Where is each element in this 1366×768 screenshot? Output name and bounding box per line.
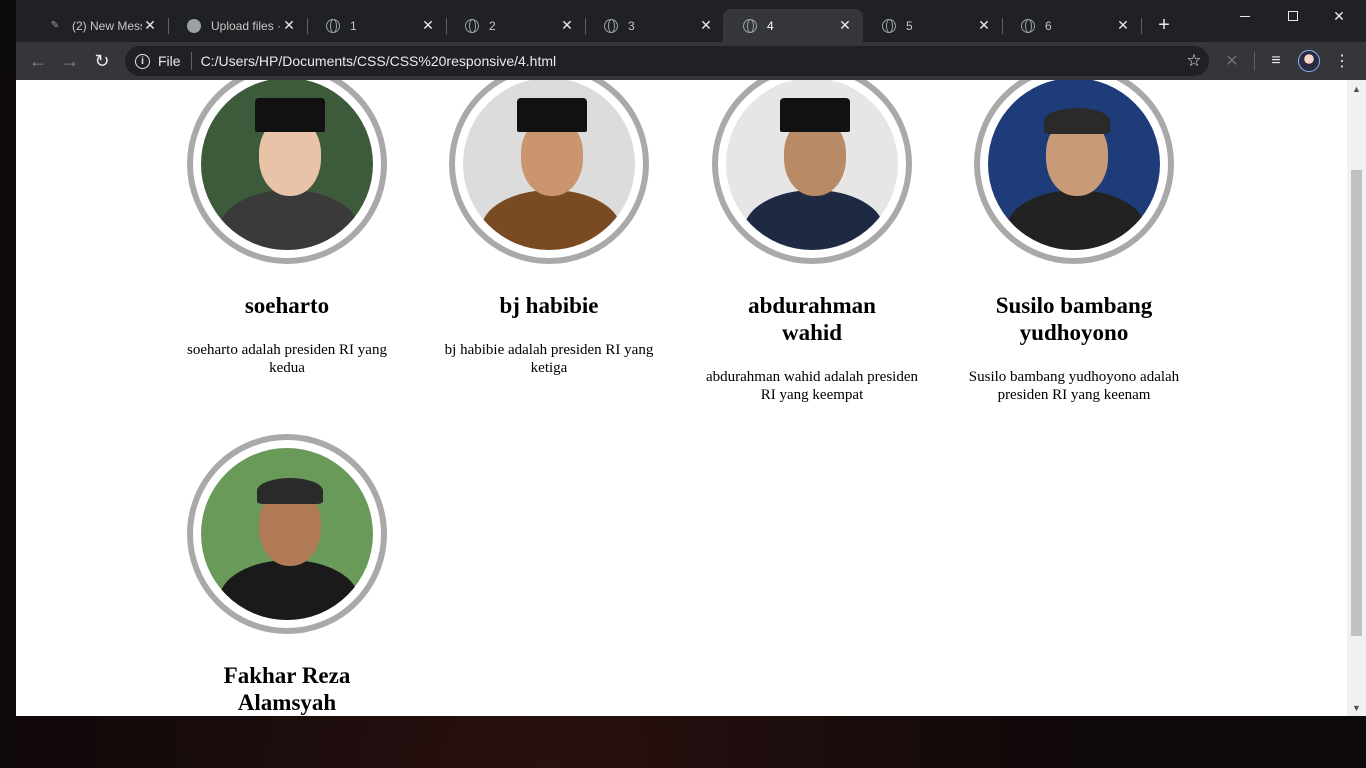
profile-photo bbox=[726, 80, 898, 250]
profile-photo bbox=[463, 80, 635, 250]
tab-3[interactable]: 3 ✕ bbox=[584, 9, 724, 42]
messenger-icon: ✎ bbox=[50, 20, 60, 31]
tab-title: (2) New Messa bbox=[72, 18, 142, 33]
omnibox-divider bbox=[190, 52, 192, 70]
profile-description: soeharto adalah presiden RI yang kedua bbox=[187, 342, 387, 376]
profile-photo bbox=[988, 80, 1160, 250]
new-tab-button[interactable]: + bbox=[1152, 14, 1176, 37]
avatar bbox=[974, 80, 1174, 264]
tab-strip: ✎ (2) New Messa ✕ Upload files · G ✕ 1 ✕… bbox=[16, 0, 1366, 42]
minimize-button[interactable] bbox=[1222, 0, 1268, 32]
profile-description: bj habibie adalah presiden RI yang ketig… bbox=[444, 342, 654, 376]
forward-arrow-icon: → bbox=[61, 50, 79, 71]
page-viewport: soeharto soeharto adalah presiden RI yan… bbox=[16, 80, 1366, 716]
tab-title: 2 bbox=[489, 18, 496, 33]
close-icon[interactable]: ✕ bbox=[698, 17, 714, 34]
close-icon[interactable]: ✕ bbox=[837, 17, 853, 34]
scroll-up-icon[interactable]: ▲ bbox=[1347, 80, 1366, 97]
close-icon[interactable]: ✕ bbox=[420, 17, 436, 34]
toolbar-divider bbox=[1254, 52, 1255, 70]
photo-hair bbox=[257, 478, 323, 504]
globe-icon bbox=[326, 18, 340, 33]
reload-icon: ↻ bbox=[94, 50, 110, 71]
profile-card: Susilo bambang yudhoyono Susilo bambang … bbox=[959, 80, 1189, 404]
maximize-button[interactable] bbox=[1270, 0, 1316, 32]
tab-4[interactable]: 4 ✕ bbox=[723, 9, 863, 42]
close-icon[interactable]: ✕ bbox=[142, 17, 158, 34]
globe-icon bbox=[465, 18, 479, 33]
photo-cap bbox=[780, 98, 850, 132]
profile-card: soeharto soeharto adalah presiden RI yan… bbox=[172, 80, 402, 377]
bookmark-star-icon[interactable]: ☆ bbox=[1179, 51, 1209, 71]
close-window-icon: ✕ bbox=[1333, 7, 1345, 24]
extension-x-icon[interactable]: ✕ bbox=[1220, 50, 1244, 72]
media-queue-icon[interactable]: ≡ bbox=[1264, 50, 1288, 72]
tab-2[interactable]: 2 ✕ bbox=[445, 9, 586, 42]
photo-hair bbox=[1044, 108, 1110, 134]
tab-5[interactable]: 5 ✕ bbox=[862, 9, 1003, 42]
page-content: soeharto soeharto adalah presiden RI yan… bbox=[16, 80, 1347, 716]
globe-icon bbox=[1021, 18, 1035, 33]
profile-name: bj habibie bbox=[499, 293, 599, 318]
back-button[interactable]: ← bbox=[26, 50, 50, 72]
profile-card: bj habibie bj habibie adalah presiden RI… bbox=[434, 80, 664, 377]
photo-cap bbox=[517, 98, 587, 132]
profile-name: Susilo bambang yudhoyono bbox=[995, 293, 1153, 345]
minimize-icon bbox=[1240, 15, 1250, 17]
globe-icon bbox=[882, 18, 896, 33]
profile-name: abdurahman wahid bbox=[748, 293, 876, 345]
github-icon bbox=[187, 18, 201, 33]
profile-name: Fakhar Reza Alamsyah bbox=[223, 663, 351, 715]
profile-description: Susilo bambang yudhoyono adalah presiden… bbox=[968, 369, 1180, 403]
toolbar: ← → ↻ i File C:/Users/HP/Documents/CSS/C… bbox=[16, 42, 1366, 80]
vertical-scrollbar[interactable]: ▲ ▼ bbox=[1347, 80, 1366, 716]
close-icon[interactable]: ✕ bbox=[281, 17, 297, 34]
close-window-button[interactable]: ✕ bbox=[1316, 0, 1362, 32]
scheme-label: File bbox=[158, 53, 181, 69]
tab-1[interactable]: 1 ✕ bbox=[306, 9, 447, 42]
avatar bbox=[449, 80, 649, 264]
address-bar[interactable]: i File C:/Users/HP/Documents/CSS/CSS%20r… bbox=[125, 46, 1209, 76]
tab-title: Upload files · G bbox=[211, 18, 281, 33]
avatar bbox=[187, 80, 387, 264]
maximize-icon bbox=[1288, 11, 1298, 21]
profile-photo bbox=[201, 448, 373, 620]
forward-button[interactable]: → bbox=[58, 50, 82, 72]
tab-messenger[interactable]: ✎ (2) New Messa ✕ bbox=[28, 9, 169, 42]
avatar bbox=[712, 80, 912, 264]
reload-button[interactable]: ↻ bbox=[90, 50, 114, 72]
tab-title: 6 bbox=[1045, 18, 1052, 33]
tab-title: 3 bbox=[628, 18, 635, 33]
avatar bbox=[187, 434, 387, 634]
close-icon[interactable]: ✕ bbox=[1115, 17, 1131, 34]
profile-description: abdurahman wahid adalah presiden RI yang… bbox=[706, 369, 918, 403]
photo-cap bbox=[255, 98, 325, 132]
close-icon[interactable]: ✕ bbox=[976, 17, 992, 34]
profile-avatar[interactable] bbox=[1298, 50, 1320, 72]
profile-name: soeharto bbox=[244, 293, 330, 318]
tab-github[interactable]: Upload files · G ✕ bbox=[167, 9, 308, 42]
profile-card: Fakhar Reza Alamsyah bbox=[172, 434, 402, 716]
globe-icon bbox=[604, 18, 618, 33]
tab-title: 5 bbox=[906, 18, 913, 33]
profile-card: abdurahman wahid abdurahman wahid adalah… bbox=[697, 80, 927, 404]
profile-photo bbox=[201, 80, 373, 250]
browser-window: ✎ (2) New Messa ✕ Upload files · G ✕ 1 ✕… bbox=[16, 0, 1366, 716]
scroll-down-icon[interactable]: ▼ bbox=[1347, 699, 1366, 716]
close-icon[interactable]: ✕ bbox=[559, 17, 575, 34]
globe-icon bbox=[743, 18, 757, 33]
tab-title: 1 bbox=[350, 18, 357, 33]
scrollbar-thumb[interactable] bbox=[1351, 170, 1362, 636]
tab-6[interactable]: 6 ✕ bbox=[1001, 9, 1142, 42]
back-arrow-icon: ← bbox=[29, 50, 47, 71]
tab-separator bbox=[1141, 18, 1142, 34]
info-icon[interactable]: i bbox=[135, 53, 150, 69]
menu-kebab-icon[interactable]: ⋮ bbox=[1330, 50, 1354, 72]
url-text[interactable]: C:/Users/HP/Documents/CSS/CSS%20responsi… bbox=[201, 53, 1179, 69]
tab-title: 4 bbox=[767, 18, 774, 33]
